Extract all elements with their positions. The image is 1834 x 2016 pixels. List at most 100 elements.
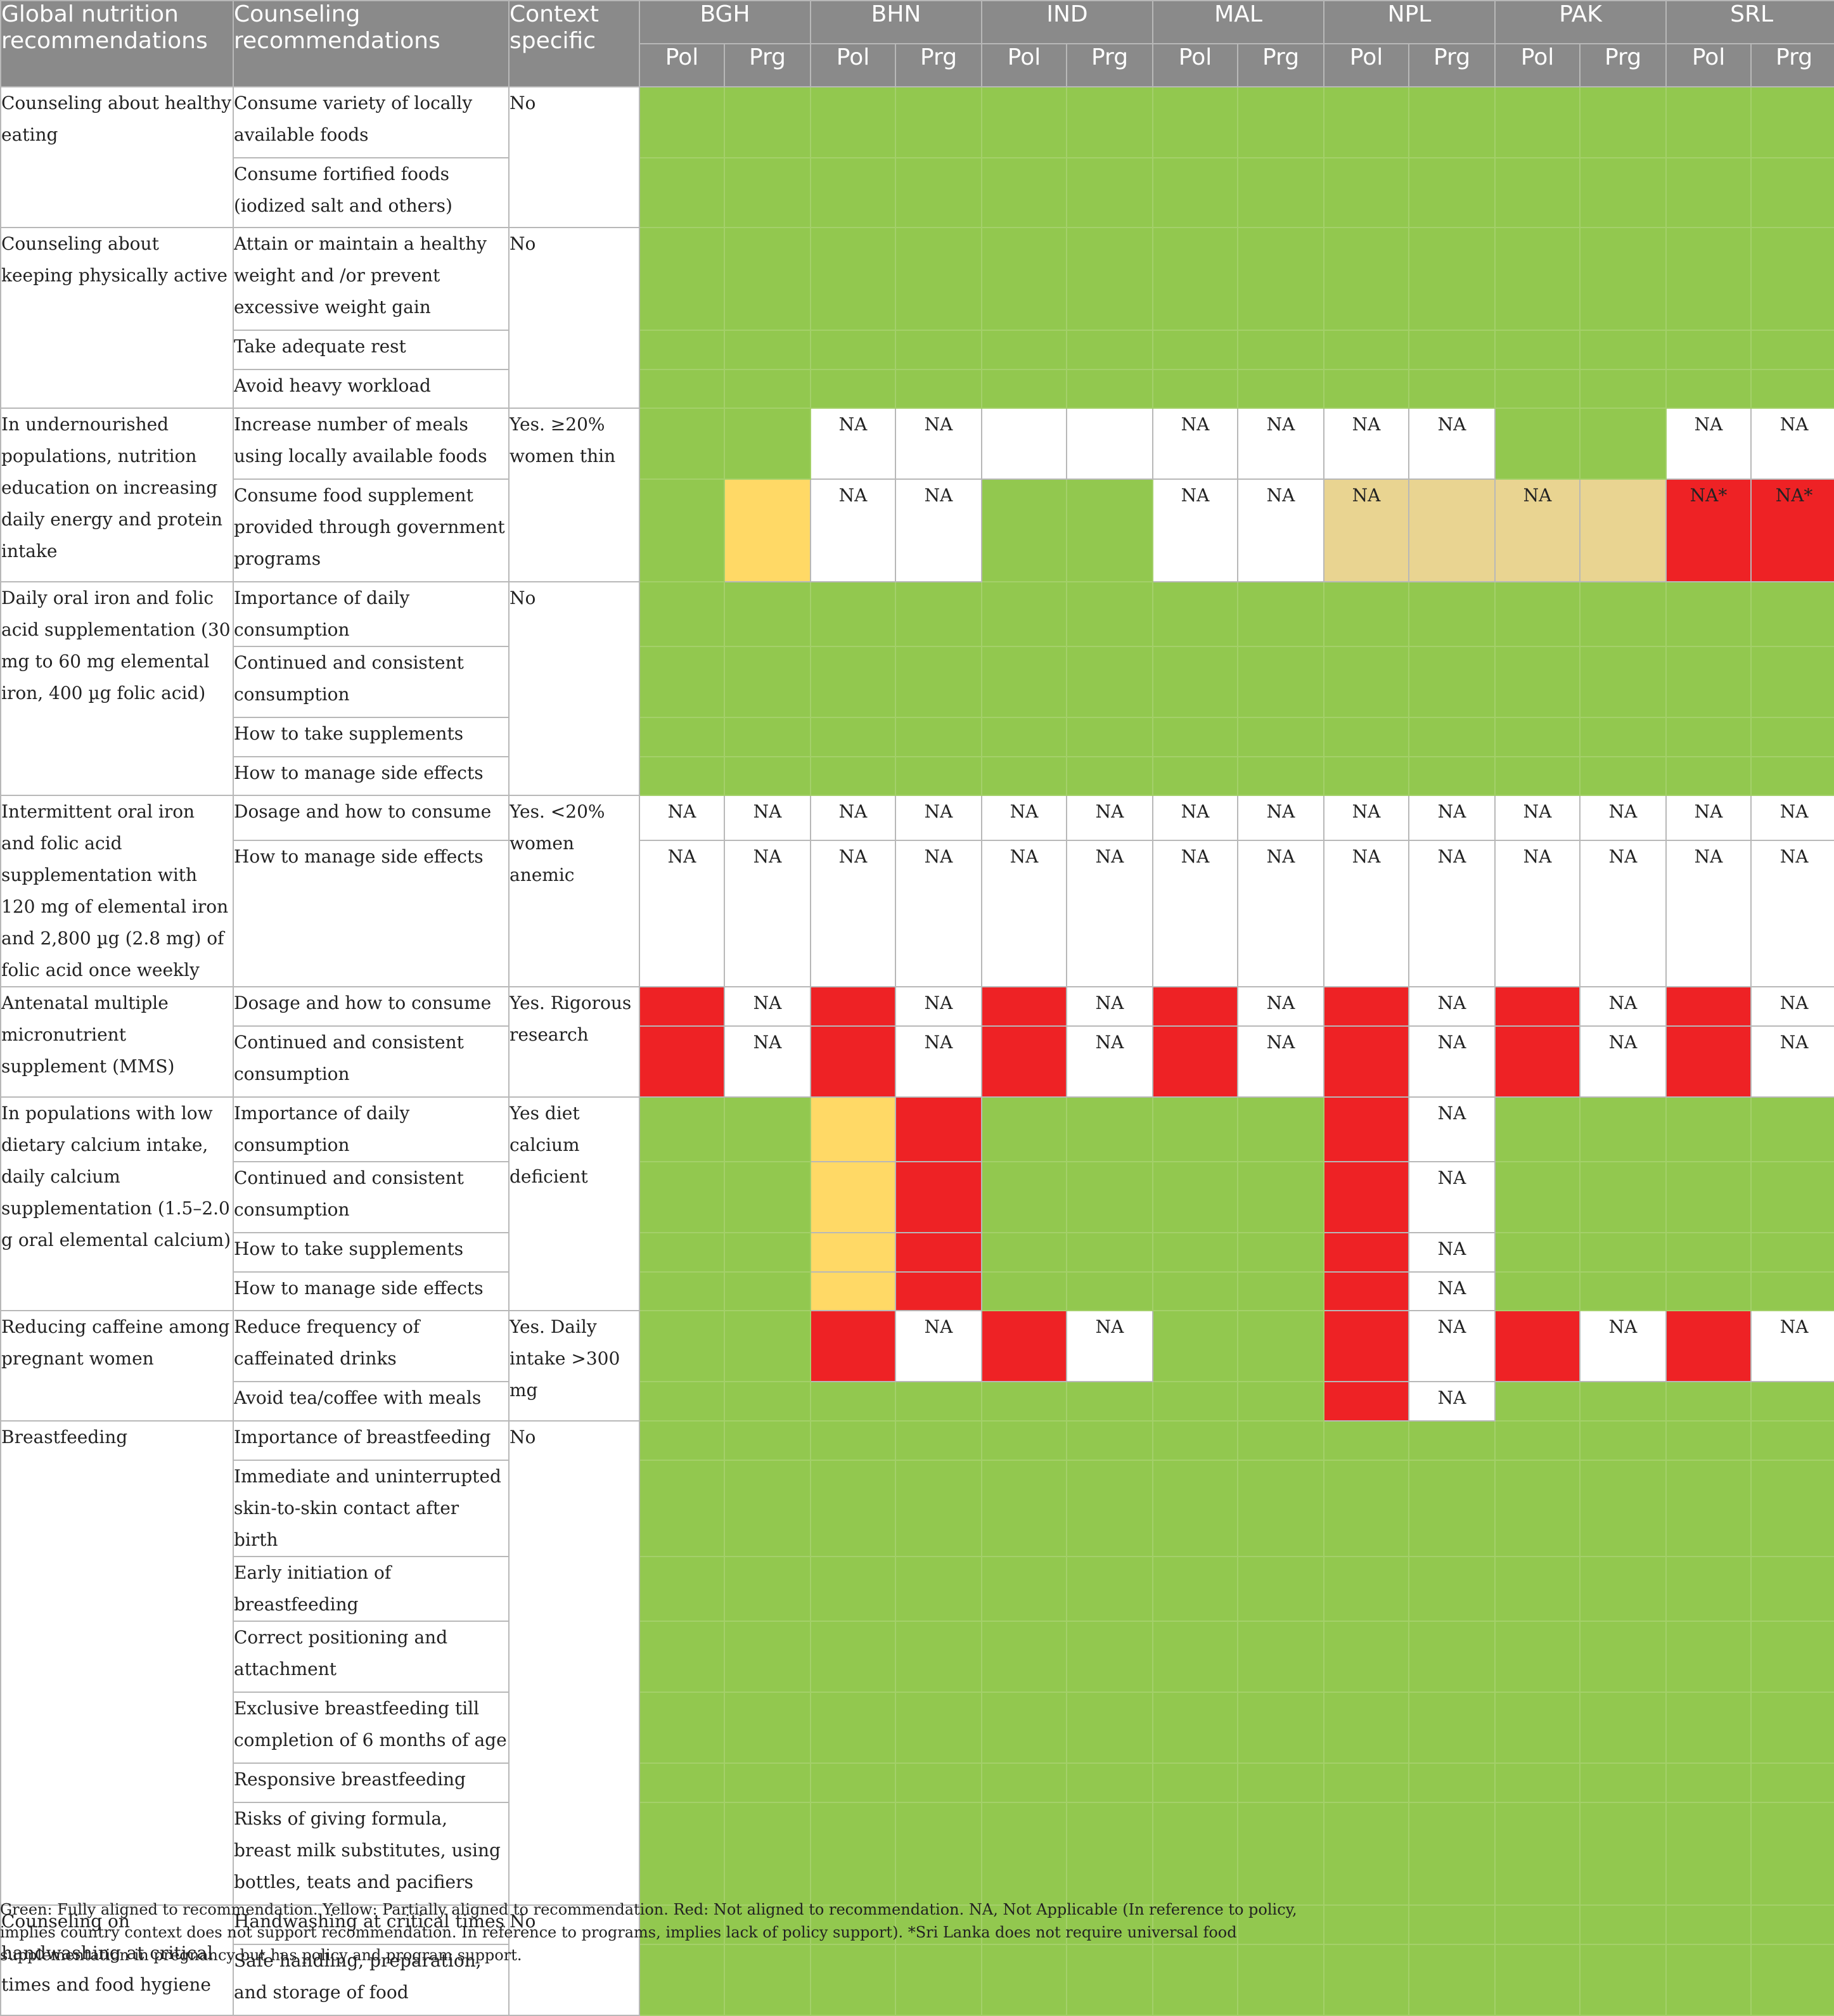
status-cell bbox=[894, 1460, 983, 1557]
status-cell bbox=[1323, 581, 1410, 647]
status-cell bbox=[1152, 756, 1239, 796]
status-cell bbox=[724, 227, 811, 331]
counseling-recommendation-cell: Continued and consistent consumption bbox=[233, 1025, 510, 1098]
status-cell bbox=[1152, 227, 1239, 331]
status-cell bbox=[1665, 227, 1752, 331]
counseling-recommendation-cell: Importance of daily consumption bbox=[233, 581, 510, 647]
status-cell bbox=[1408, 1460, 1496, 1557]
status-cell bbox=[981, 478, 1068, 582]
status-cell bbox=[1750, 330, 1834, 370]
status-cell bbox=[1408, 581, 1496, 647]
status-cell bbox=[810, 369, 896, 409]
status-cell bbox=[1066, 369, 1154, 409]
status-cell bbox=[810, 86, 896, 158]
global-recommendation-cell: Counseling about healthy eating bbox=[0, 86, 234, 228]
status-cell: NA bbox=[981, 840, 1068, 987]
status-cell: NA bbox=[1323, 840, 1410, 987]
global-recommendation-cell: Intermittent oral iron and folic acid su… bbox=[0, 795, 234, 987]
status-cell bbox=[1237, 1621, 1325, 1693]
status-cell bbox=[1750, 1381, 1834, 1422]
status-cell bbox=[810, 157, 896, 228]
context-specific-cell: No bbox=[508, 1420, 640, 1906]
status-cell bbox=[1494, 1556, 1581, 1622]
status-cell bbox=[1579, 1762, 1667, 1803]
status-cell bbox=[1323, 1232, 1410, 1273]
status-cell: NA bbox=[810, 478, 896, 582]
counseling-recommendation-cell: Dosage and how to consume bbox=[233, 794, 510, 842]
status-cell bbox=[894, 1232, 983, 1273]
status-cell: NA bbox=[810, 794, 896, 842]
status-cell bbox=[1066, 646, 1154, 718]
status-cell bbox=[639, 1692, 725, 1764]
status-cell: NA bbox=[1750, 408, 1834, 480]
status-cell bbox=[1066, 86, 1154, 158]
status-cell bbox=[1494, 408, 1581, 480]
status-cell bbox=[1494, 1381, 1581, 1422]
status-cell: NA bbox=[1579, 794, 1667, 842]
status-cell bbox=[981, 1460, 1068, 1557]
table-row: Counseling about healthy eating Consume v… bbox=[0, 86, 1834, 228]
status-cell: NA bbox=[1237, 986, 1325, 1027]
status-cell bbox=[1066, 330, 1154, 370]
status-cell bbox=[639, 1460, 725, 1557]
status-cell: NA bbox=[894, 794, 983, 842]
context-specific-cell: Yes. Daily intake >300 mg bbox=[508, 1310, 640, 1422]
status-cell bbox=[810, 1025, 896, 1098]
status-cell bbox=[1323, 1944, 1410, 2016]
status-cell bbox=[981, 1802, 1068, 1906]
status-cell: NA bbox=[1579, 1025, 1667, 1098]
counseling-recommendation-cell: How to take supplements bbox=[233, 717, 510, 757]
status-cell bbox=[810, 1762, 896, 1803]
status-cell: NA bbox=[810, 840, 896, 987]
counseling-recommendation-cell: Attain or maintain a healthy weight and … bbox=[233, 227, 510, 331]
status-cell bbox=[1323, 157, 1410, 228]
counseling-recommendation-cell: Reduce frequency of caffeinated drinks bbox=[233, 1310, 510, 1382]
status-cell bbox=[1152, 1556, 1239, 1622]
status-cell: NA bbox=[894, 1310, 983, 1382]
status-cell bbox=[639, 1310, 725, 1382]
table-row: Immediate and uninterrupted skin-to-skin… bbox=[1, 1460, 1834, 1557]
status-cell bbox=[1323, 86, 1410, 158]
status-cell bbox=[810, 1232, 896, 1273]
status-cell bbox=[1237, 1381, 1325, 1422]
status-cell bbox=[1237, 330, 1325, 370]
status-cell bbox=[981, 408, 1068, 480]
status-cell bbox=[724, 1556, 811, 1622]
status-cell bbox=[1323, 1904, 1410, 1945]
status-cell bbox=[1494, 86, 1581, 158]
status-cell bbox=[981, 227, 1068, 331]
header-sub-pol: Pol bbox=[981, 43, 1068, 87]
status-cell: NA bbox=[1066, 1310, 1154, 1382]
status-cell: NA bbox=[981, 794, 1068, 842]
counseling-recommendation-cell: Consume variety of locally available foo… bbox=[233, 86, 510, 158]
status-cell bbox=[1066, 1692, 1154, 1764]
status-cell bbox=[1408, 1556, 1496, 1622]
status-cell bbox=[1750, 1944, 1834, 2016]
status-cell bbox=[1665, 330, 1752, 370]
status-cell bbox=[1066, 1381, 1154, 1422]
table-footnote: Green: Fully aligned to recommendation. … bbox=[0, 1901, 1297, 1964]
status-cell bbox=[1237, 1556, 1325, 1622]
status-cell bbox=[1579, 581, 1667, 647]
table-row: How to manage side effects bbox=[1, 756, 1834, 796]
status-cell bbox=[639, 1232, 725, 1273]
status-cell bbox=[724, 581, 811, 647]
status-cell bbox=[1323, 1381, 1410, 1422]
counseling-recommendation-cell: Continued and consistent consumption bbox=[233, 646, 510, 718]
counseling-recommendation-cell: How to manage side effects bbox=[233, 756, 510, 796]
context-specific-cell: Yes. <20% women anemic bbox=[508, 795, 640, 987]
table-row: Continued and consistent consumption bbox=[1, 646, 1834, 718]
status-cell bbox=[1750, 1232, 1834, 1273]
status-cell bbox=[1152, 1460, 1239, 1557]
status-cell bbox=[1066, 157, 1154, 228]
status-cell bbox=[639, 646, 725, 718]
status-cell bbox=[1066, 227, 1154, 331]
status-cell bbox=[724, 1232, 811, 1273]
header-sub-pol: Pol bbox=[1494, 43, 1581, 87]
status-cell bbox=[894, 646, 983, 718]
status-cell bbox=[894, 1420, 983, 1461]
status-cell bbox=[639, 86, 725, 158]
status-cell bbox=[1665, 1161, 1752, 1233]
status-cell bbox=[639, 756, 725, 796]
status-cell bbox=[1494, 646, 1581, 718]
